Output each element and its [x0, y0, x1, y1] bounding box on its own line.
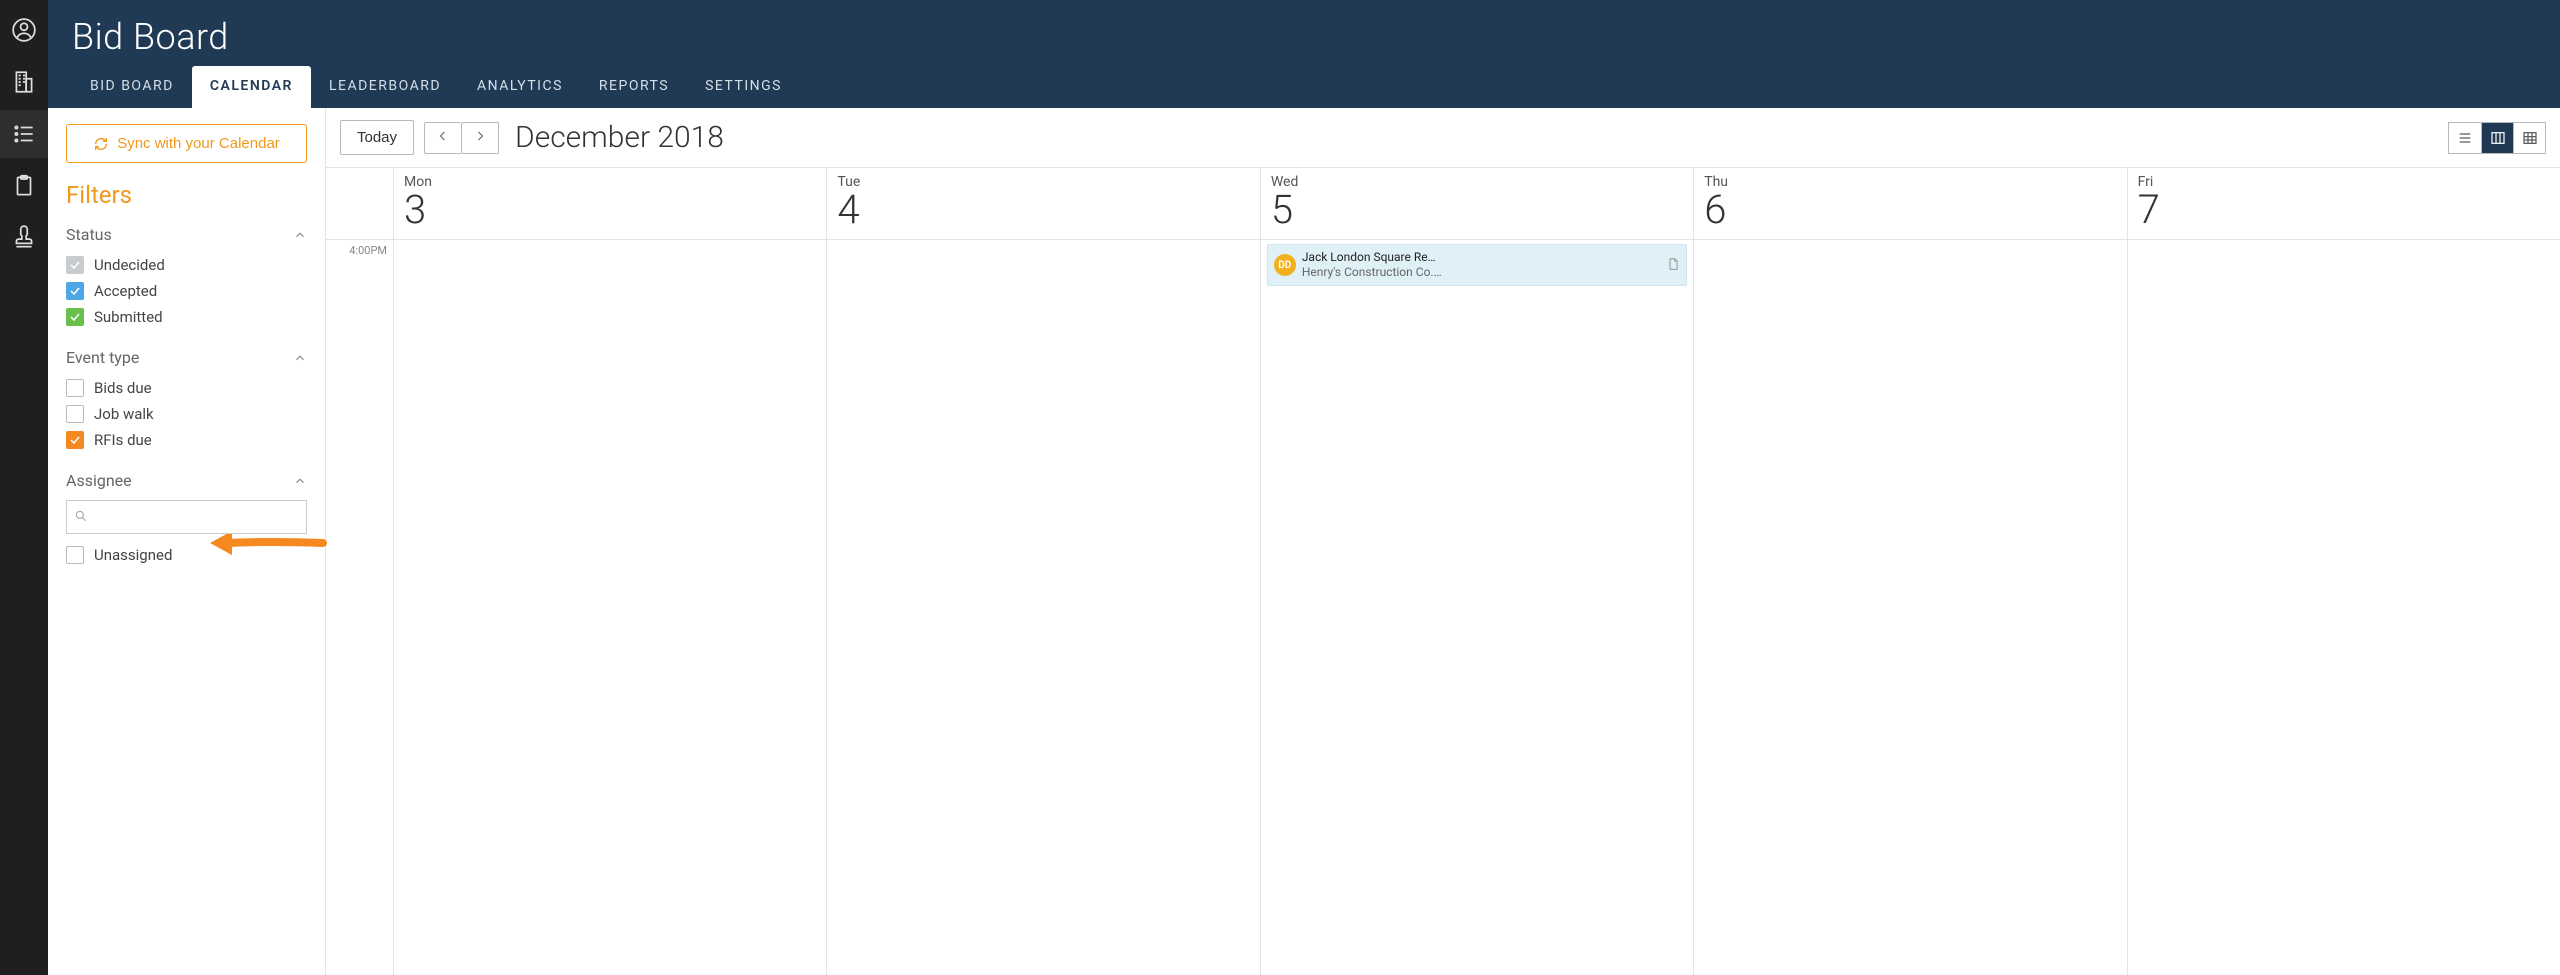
- nav-stamp-icon[interactable]: [0, 214, 48, 262]
- view-toggle: [2448, 122, 2546, 154]
- sync-calendar-button[interactable]: Sync with your Calendar: [66, 124, 307, 163]
- nav-user-icon[interactable]: [0, 6, 48, 54]
- filter-status-undecided[interactable]: Undecided: [66, 256, 307, 274]
- today-button[interactable]: Today: [340, 120, 414, 155]
- top-header: Bid Board BID BOARD CALENDAR LEADERBOARD…: [48, 0, 2560, 108]
- refresh-icon: [93, 136, 109, 152]
- page-title: Bid Board: [72, 16, 2560, 58]
- day-of-week: Tue: [837, 174, 1249, 190]
- chevron-right-icon: [474, 129, 486, 143]
- day-number: 7: [2138, 190, 2550, 230]
- left-nav: [0, 0, 48, 975]
- nav-building-icon[interactable]: [0, 58, 48, 106]
- chevron-left-icon: [437, 129, 449, 143]
- tabs: BID BOARD CALENDAR LEADERBOARD ANALYTICS…: [48, 66, 2560, 108]
- event-subtitle: Henry's Construction Co.…: [1302, 265, 1660, 280]
- tab-analytics[interactable]: ANALYTICS: [459, 66, 581, 108]
- day-number: 6: [1704, 190, 2116, 230]
- content: Sync with your Calendar Filters Status U…: [48, 108, 2560, 975]
- day-of-week: Fri: [2138, 174, 2550, 190]
- search-icon: [74, 509, 88, 523]
- day-number: 3: [404, 190, 816, 230]
- view-month[interactable]: [2513, 123, 2545, 153]
- day-column-fri: Fri 7: [2128, 168, 2560, 975]
- day-number: 4: [837, 190, 1249, 230]
- filter-label: Accepted: [94, 282, 157, 300]
- filter-group-status-header[interactable]: Status: [66, 219, 307, 250]
- filter-label: Undecided: [94, 256, 165, 274]
- event-title: Jack London Square Re…: [1302, 250, 1660, 265]
- calendar-event[interactable]: DD Jack London Square Re… Henry's Constr…: [1267, 244, 1687, 286]
- day-of-week: Thu: [1704, 174, 2116, 190]
- tab-calendar[interactable]: CALENDAR: [192, 66, 311, 108]
- prev-button[interactable]: [424, 122, 461, 154]
- time-label: 4:00PM: [326, 240, 393, 257]
- filter-eventtype-rfis-due[interactable]: RFIs due: [66, 431, 307, 449]
- sync-calendar-label: Sync with your Calendar: [117, 135, 280, 152]
- filter-eventtype-bids-due[interactable]: Bids due: [66, 379, 307, 397]
- filter-group-eventtype-header[interactable]: Event type: [66, 342, 307, 373]
- filter-label: Job walk: [94, 405, 154, 423]
- filter-status-submitted[interactable]: Submitted: [66, 308, 307, 326]
- chevron-up-icon: [293, 228, 307, 242]
- day-of-week: Mon: [404, 174, 816, 190]
- day-column-mon: Mon 3: [394, 168, 827, 975]
- view-list[interactable]: [2449, 123, 2481, 153]
- day-number: 5: [1271, 190, 1683, 230]
- list-icon: [2457, 130, 2473, 146]
- day-column-thu: Thu 6: [1694, 168, 2127, 975]
- filter-label: Bids due: [94, 379, 152, 397]
- calendar-toolbar: Today December 2018: [326, 108, 2560, 167]
- tab-reports[interactable]: REPORTS: [581, 66, 687, 108]
- filter-group-assignee-header[interactable]: Assignee: [66, 465, 307, 496]
- view-week[interactable]: [2481, 123, 2513, 153]
- tab-settings[interactable]: SETTINGS: [687, 66, 800, 108]
- filter-eventtype-job-walk[interactable]: Job walk: [66, 405, 307, 423]
- filter-status-accepted[interactable]: Accepted: [66, 282, 307, 300]
- day-column-tue: Tue 4: [827, 168, 1260, 975]
- calendar-month-title: December 2018: [515, 120, 724, 155]
- day-column-wed: Wed 5 DD Jack London Square Re… Henry's …: [1261, 168, 1694, 975]
- filter-group-eventtype-title: Event type: [66, 348, 139, 367]
- document-icon: [1666, 256, 1680, 275]
- calendar-grid: 4:00PM Mon 3 Tue 4: [326, 167, 2560, 975]
- nav-clipboard-icon[interactable]: [0, 162, 48, 210]
- columns-icon: [2490, 130, 2506, 146]
- event-avatar: DD: [1274, 254, 1296, 276]
- next-button[interactable]: [461, 122, 499, 154]
- chevron-up-icon: [293, 351, 307, 365]
- filter-label: Unassigned: [94, 546, 172, 564]
- time-column: 4:00PM: [326, 168, 394, 975]
- day-of-week: Wed: [1271, 174, 1683, 190]
- assignee-search-input[interactable]: [66, 500, 307, 534]
- filter-group-assignee-title: Assignee: [66, 471, 132, 490]
- filter-label: RFIs due: [94, 431, 152, 449]
- filters-heading: Filters: [66, 181, 307, 209]
- filters-sidebar: Sync with your Calendar Filters Status U…: [48, 108, 326, 975]
- grid-icon: [2522, 130, 2538, 146]
- tab-leaderboard[interactable]: LEADERBOARD: [311, 66, 459, 108]
- filter-label: Submitted: [94, 308, 163, 326]
- filter-group-status-title: Status: [66, 225, 112, 244]
- chevron-up-icon: [293, 474, 307, 488]
- tab-bid-board[interactable]: BID BOARD: [72, 66, 192, 108]
- main-area: Bid Board BID BOARD CALENDAR LEADERBOARD…: [48, 0, 2560, 975]
- calendar-pane: Today December 2018: [326, 108, 2560, 975]
- nav-list-icon[interactable]: [0, 110, 48, 158]
